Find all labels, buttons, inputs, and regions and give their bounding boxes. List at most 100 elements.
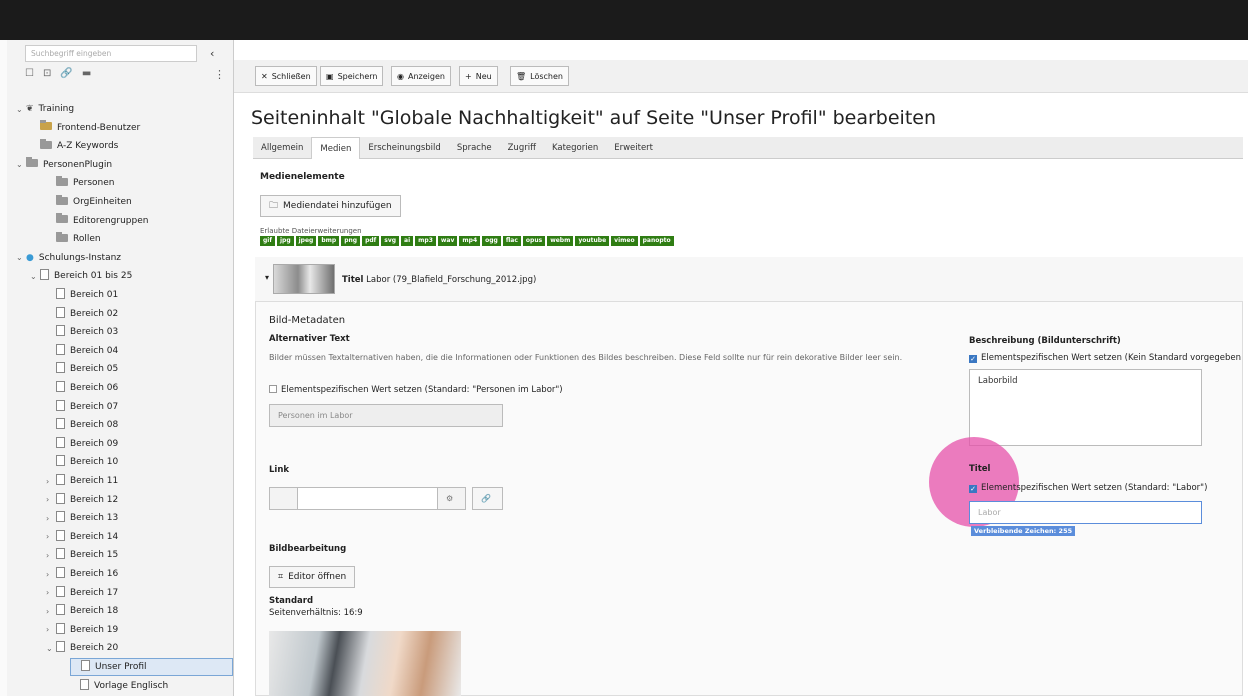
- tree-item[interactable]: Bereich 09: [46, 435, 118, 453]
- tree-item[interactable]: Bereich 06: [46, 379, 118, 397]
- tree-item[interactable]: Bereich 08: [46, 416, 118, 434]
- tab-allgemein[interactable]: Allgemein: [253, 137, 311, 159]
- page-icon: [80, 678, 89, 693]
- tree-item[interactable]: Bereich 05: [46, 360, 118, 378]
- tree-item[interactable]: ⌄ Bereich 01 bis 25: [30, 267, 132, 285]
- collapse-tree-icon[interactable]: ‹: [210, 47, 214, 60]
- chevron-right-icon[interactable]: ›: [46, 625, 56, 634]
- chevron-right-icon[interactable]: ›: [46, 477, 56, 486]
- title-input[interactable]: Labor: [969, 501, 1202, 524]
- tab-erscheinungsbild[interactable]: Erscheinungsbild: [360, 137, 448, 159]
- alt-text-checkbox[interactable]: Elementspezifischen Wert setzen (Standar…: [269, 385, 563, 395]
- chevron-right-icon[interactable]: ›: [46, 551, 56, 560]
- chevron-down-icon[interactable]: ⌄: [16, 160, 26, 169]
- tree-item[interactable]: Vorlage Englisch: [70, 677, 168, 695]
- tree-item[interactable]: Bereich 01: [46, 286, 118, 304]
- page-icon: [56, 362, 65, 376]
- tree-item[interactable]: ⌄ Bereich 20: [46, 639, 118, 657]
- chevron-right-icon[interactable]: ›: [46, 607, 56, 616]
- chevron-down-icon[interactable]: ⌄: [30, 272, 40, 281]
- extension-badges: gif jpg jpeg bmp png pdf svg ai mp3 wav mp4 ogg flac…: [260, 236, 674, 246]
- tree-search-input[interactable]: Suchbegriff eingeben: [25, 45, 197, 62]
- extension-badge: gif: [260, 236, 275, 246]
- tree-item[interactable]: OrgEinheiten: [46, 193, 132, 211]
- page-title: Seiteninhalt "Globale Nachhaltigkeit" au…: [251, 107, 937, 129]
- tree-item[interactable]: › Bereich 12: [46, 491, 118, 509]
- tree-item[interactable]: › Bereich 17: [46, 584, 118, 602]
- crop-icon: ⌗: [278, 572, 284, 582]
- tree-item[interactable]: Bereich 04: [46, 342, 118, 360]
- tab-zugriff[interactable]: Zugriff: [500, 137, 544, 159]
- tree-item[interactable]: Bereich 10: [46, 453, 118, 471]
- chevron-right-icon[interactable]: ›: [46, 588, 56, 597]
- chevron-right-icon[interactable]: ›: [46, 532, 56, 541]
- tree-item-label: Bereich 19: [70, 624, 119, 635]
- link-browse-icon[interactable]: 🔗: [472, 487, 503, 510]
- chevron-right-icon[interactable]: ›: [46, 570, 56, 579]
- tree-item[interactable]: Rollen: [46, 230, 101, 248]
- tree-item[interactable]: ⌄ ● Schulungs-Instanz: [16, 249, 121, 267]
- extension-badge: youtube: [575, 236, 610, 246]
- chevron-down-icon[interactable]: ⌄: [16, 105, 26, 114]
- chevron-right-icon[interactable]: ›: [46, 514, 56, 523]
- extension-badge: mp4: [459, 236, 481, 246]
- checkbox[interactable]: [269, 385, 277, 393]
- title-checkbox[interactable]: Elementspezifischen Wert setzen (Standar…: [969, 483, 1207, 493]
- tree-item[interactable]: › Bereich 15: [46, 546, 118, 564]
- tree-item[interactable]: Frontend-Benutzer: [30, 119, 140, 137]
- tree-item[interactable]: Personen: [46, 174, 114, 192]
- filter-icon[interactable]: ⊡: [43, 68, 51, 79]
- title-label: Titel: [969, 464, 991, 474]
- image-preview: [269, 631, 461, 696]
- tree-item[interactable]: › Bereich 16: [46, 565, 118, 583]
- tab-sprache[interactable]: Sprache: [449, 137, 500, 159]
- tree-item-label: Bereich 02: [70, 308, 119, 319]
- tree-item[interactable]: › Bereich 19: [46, 621, 118, 639]
- tree-item[interactable]: ⌄ PersonenPlugin: [16, 156, 112, 174]
- tab-bar: Allgemein Medien Erscheinungsbild Sprache Zu…: [253, 137, 1243, 159]
- link-wizard-icon[interactable]: ⚙: [437, 487, 466, 510]
- tab-medien[interactable]: Medien: [311, 137, 361, 159]
- tree-item[interactable]: Bereich 07: [46, 398, 118, 416]
- tree-item[interactable]: A-Z Keywords: [30, 137, 118, 155]
- save-button[interactable]: ▣ Speichern: [320, 66, 384, 86]
- tree-item-label: Bereich 06: [70, 383, 119, 393]
- tree-item-label: A-Z Keywords: [57, 141, 119, 152]
- folder-icon[interactable]: ▬: [82, 68, 91, 79]
- checkbox[interactable]: [969, 485, 977, 493]
- checkbox[interactable]: [969, 355, 977, 363]
- tree-item[interactable]: ⌄ ❦ Training: [16, 100, 74, 118]
- tree-item[interactable]: Bereich 03: [46, 323, 118, 341]
- alt-text-input[interactable]: Personen im Labor: [269, 404, 503, 427]
- tab-erweitert[interactable]: Erweitert: [606, 137, 661, 159]
- tab-kategorien[interactable]: Kategorien: [544, 137, 606, 159]
- tree-item[interactable]: › Bereich 11: [46, 472, 118, 490]
- chevron-down-icon[interactable]: ⌄: [16, 253, 26, 262]
- tree-item[interactable]: › Bereich 18: [46, 602, 118, 620]
- new-button[interactable]: + Neu: [459, 66, 498, 86]
- close-button[interactable]: ✕ Schließen: [255, 66, 317, 86]
- add-media-button[interactable]: 🗀 Mediendatei hinzufügen: [260, 195, 401, 217]
- view-button[interactable]: ◉ Anzeigen: [391, 66, 451, 86]
- page-icon: [56, 585, 65, 600]
- tree-item[interactable]: › Bereich 14: [46, 528, 118, 546]
- folder-icon: [26, 157, 38, 170]
- delete-button[interactable]: 🗑 Löschen: [510, 66, 569, 86]
- tree-menu-icon[interactable]: ⋮: [214, 68, 225, 81]
- description-textarea[interactable]: Laborbild: [969, 369, 1202, 446]
- page-icon: [56, 492, 65, 507]
- chevron-down-icon[interactable]: ⌄: [46, 644, 56, 653]
- tree-item[interactable]: Bereich 02: [46, 305, 118, 323]
- tree-item[interactable]: Unser Profil: [70, 658, 233, 676]
- description-checkbox[interactable]: Elementspezifischen Wert setzen (Kein St…: [969, 353, 1241, 363]
- open-editor-button[interactable]: ⌗ Editor öffnen: [269, 566, 356, 588]
- expand-icon[interactable]: ▾: [265, 273, 269, 282]
- tree-item[interactable]: Editorengruppen: [46, 212, 148, 230]
- link-input[interactable]: [297, 487, 438, 510]
- new-page-icon[interactable]: ☐: [25, 68, 34, 79]
- tree-item[interactable]: › Bereich 13: [46, 509, 118, 527]
- chevron-right-icon[interactable]: ›: [46, 495, 56, 504]
- media-section-title: Medienelemente: [260, 172, 345, 182]
- link-type-box: [269, 487, 298, 510]
- link-icon[interactable]: 🔗: [60, 68, 72, 79]
